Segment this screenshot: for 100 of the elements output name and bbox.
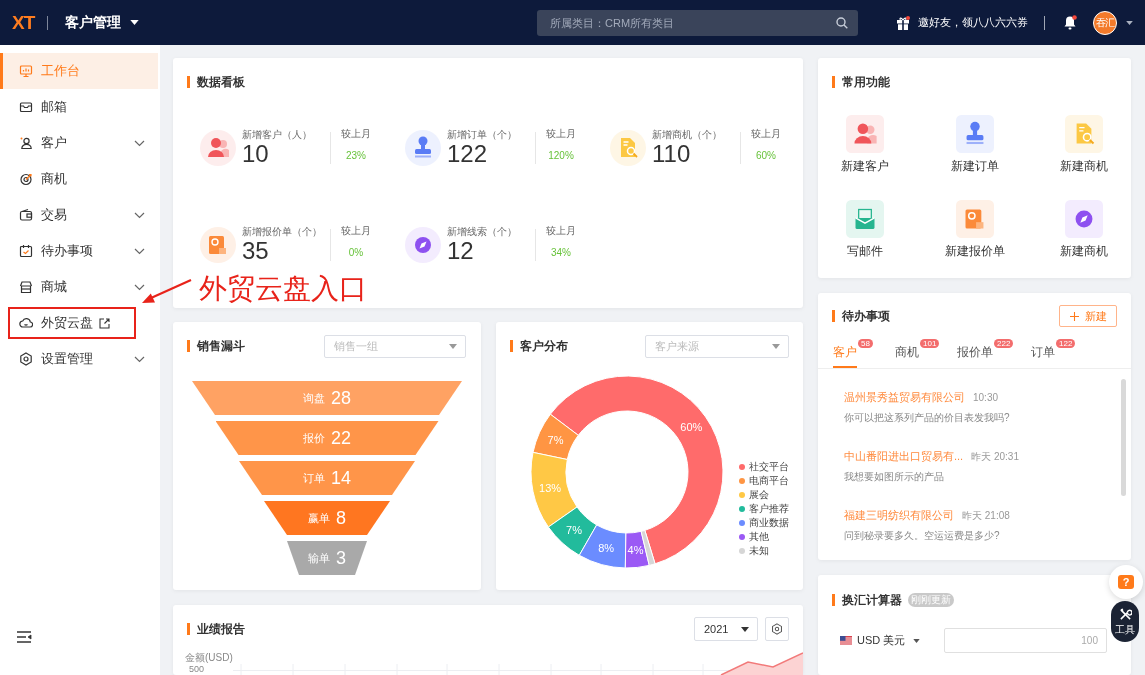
gift-icon[interactable] <box>896 15 910 30</box>
stat-label: 新增商机（个） <box>652 129 722 141</box>
todo-tab[interactable]: 订单 <box>1031 338 1055 368</box>
calendar-icon <box>19 244 33 258</box>
message-text: 我想要如图所示的产品 <box>844 470 944 483</box>
change-percent: 60% <box>756 150 776 162</box>
invoice-icon <box>955 200 994 238</box>
bell-icon[interactable] <box>1063 15 1077 30</box>
message-time: 昨天 21:08 <box>962 509 1010 523</box>
stage-label: 报价 <box>303 431 325 445</box>
stage-count: 14 <box>331 468 351 488</box>
logo[interactable]: XT <box>12 11 35 34</box>
search-icon[interactable] <box>836 16 848 29</box>
module-menu[interactable]: 客户管理 <box>65 13 140 32</box>
stamp-icon <box>405 130 441 166</box>
legend-label: 社交平台 <box>749 461 789 473</box>
stage-count: 28 <box>331 388 351 408</box>
compass-icon <box>1065 200 1103 238</box>
search-field[interactable]: 所属类目：CRM所有类目 <box>537 9 858 36</box>
stat-value: 35 <box>242 238 269 264</box>
stage-label: 询盘 <box>303 391 325 405</box>
stamp-icon <box>955 115 994 153</box>
stage-label: 赢单 <box>308 511 330 525</box>
caret-icon <box>130 20 140 25</box>
stage-count: 22 <box>331 428 351 448</box>
change-percent: 0% <box>348 247 364 259</box>
slice-label: 4% <box>627 544 644 557</box>
legend-label: 展会 <box>749 489 769 501</box>
stat-value: 110 <box>652 141 691 167</box>
settings-button[interactable] <box>765 617 789 641</box>
quick-action[interactable]: 新建商机 <box>1044 200 1124 258</box>
todo-tab[interactable]: 报价单 <box>957 338 993 368</box>
card-title: 待办事项 <box>832 310 890 322</box>
legend-label: 未知 <box>749 545 769 557</box>
sidebar-item[interactable]: 邮箱 <box>0 89 158 125</box>
message-text: 问到秘录要多久。空运运费是多少? <box>844 529 1000 542</box>
legend-label: 商业数据 <box>749 517 789 529</box>
legend-label: 其他 <box>749 531 769 543</box>
scrollbar-thumb[interactable] <box>1121 379 1126 496</box>
caret-icon <box>913 638 921 643</box>
chevron-down-icon[interactable] <box>134 283 145 291</box>
year-select[interactable]: 2021 <box>694 617 758 641</box>
stat-value: 10 <box>242 141 269 167</box>
compare-label: 较上月 <box>341 128 371 140</box>
caret-icon[interactable] <box>1126 20 1133 25</box>
stat-label: 新增客户（人） <box>242 129 312 141</box>
caret-icon <box>772 343 780 349</box>
currency-select[interactable]: USD 美元 <box>840 633 944 648</box>
stat-value: 12 <box>447 238 474 264</box>
axis-title: 金额(USD) <box>185 652 233 664</box>
stat-label: 新增报价单（个） <box>242 226 322 238</box>
change-percent: 120% <box>548 150 574 162</box>
chevron-down-icon[interactable] <box>134 355 145 363</box>
sidebar-item[interactable]: 交易 <box>0 197 158 233</box>
slice-label: 7% <box>566 523 582 536</box>
message-text: 你可以把这系列产品的价目表发我吗? <box>844 411 1010 424</box>
user-icon <box>200 130 236 166</box>
wallet-icon <box>19 208 33 222</box>
settings-icon <box>19 352 33 366</box>
annotation-arrow <box>141 277 193 305</box>
plus-icon <box>1069 311 1079 321</box>
card-title: 常用功能 <box>832 76 890 88</box>
legend-label: 电商平台 <box>749 475 789 487</box>
quick-action[interactable]: 写邮件 <box>825 200 905 258</box>
todo-tab[interactable]: 商机 <box>895 338 919 368</box>
sidebar-item[interactable]: 商城 <box>0 269 158 305</box>
invite-link[interactable]: 邀好友，领八八六六券 <box>918 15 1028 30</box>
sidebar-item[interactable]: 设置管理 <box>0 341 158 377</box>
annotation-text: 外贸云盘入口 <box>199 273 367 305</box>
count-badge: 58 <box>858 339 873 348</box>
message-time: 10:30 <box>973 391 999 405</box>
chevron-down-icon[interactable] <box>134 247 145 255</box>
chevron-down-icon[interactable] <box>134 139 145 147</box>
legend-label: 客户推荐 <box>749 503 789 515</box>
quick-action[interactable]: 新建订单 <box>934 115 1015 173</box>
flag-icon <box>840 636 852 645</box>
chevron-down-icon[interactable] <box>134 211 145 219</box>
sidebar-item[interactable]: 待办事项 <box>0 233 158 269</box>
sidebar-item[interactable]: 商机 <box>0 161 158 197</box>
slice-label: 60% <box>680 420 703 433</box>
slice-label: 8% <box>598 541 615 554</box>
count-badge: 122 <box>1056 339 1076 348</box>
slice-label: 13% <box>539 481 562 494</box>
compare-label: 较上月 <box>546 225 576 237</box>
settings-icon <box>771 623 783 635</box>
message-time: 昨天 20:31 <box>971 450 1019 464</box>
caret-icon <box>741 626 749 632</box>
quick-action[interactable]: 新建报价单 <box>934 200 1015 258</box>
monitor-icon <box>19 64 33 78</box>
cloud-icon <box>19 316 33 330</box>
quick-action[interactable]: 新建客户 <box>825 115 905 173</box>
compare-label: 较上月 <box>341 225 371 237</box>
user-icon <box>846 115 884 153</box>
collapse-menu-icon[interactable] <box>16 630 32 644</box>
caret-icon <box>449 343 457 349</box>
axis-tick-label: 500 <box>189 664 205 675</box>
mail-icon <box>19 100 33 114</box>
stage-label: 订单 <box>303 471 325 485</box>
sidebar-item[interactable]: 客户 <box>0 125 158 161</box>
quick-action[interactable]: 新建商机 <box>1044 115 1124 173</box>
